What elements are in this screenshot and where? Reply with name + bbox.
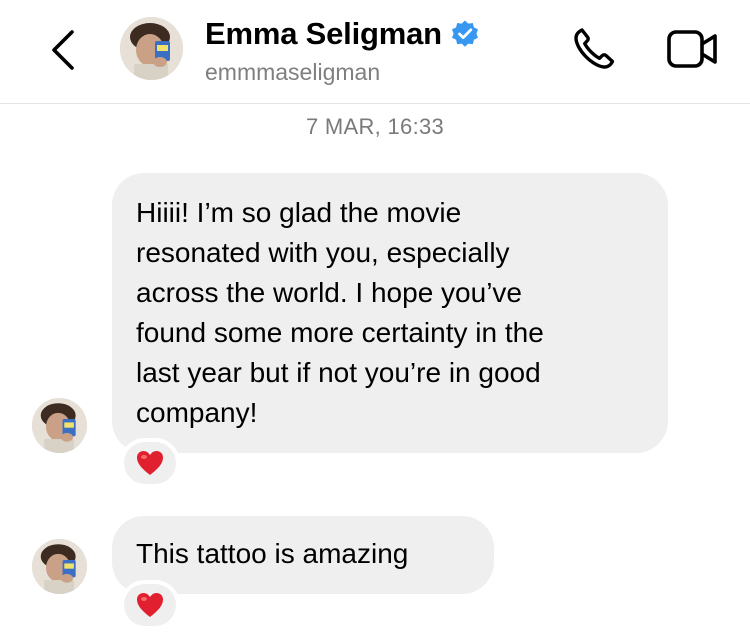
heart-icon xyxy=(137,593,163,617)
message-line: This tattoo is amazing xyxy=(136,538,409,569)
message-line: across the world. I hope you’ve xyxy=(136,277,522,308)
heart-reaction[interactable] xyxy=(120,438,180,488)
avatar[interactable] xyxy=(120,17,183,80)
verified-badge-icon xyxy=(451,20,478,47)
message-line: last year but if not you’re in good xyxy=(136,357,541,388)
message-timestamp: 7 MAR, 16:33 xyxy=(305,114,445,139)
avatar[interactable] xyxy=(32,539,87,594)
message-line: Hiiii! I’m so glad the movie xyxy=(136,197,462,228)
profile-photo xyxy=(32,398,87,453)
contact-name[interactable]: Emma Seligman xyxy=(205,16,442,52)
contact-title-row: Emma Seligman xyxy=(205,14,480,54)
avatar[interactable] xyxy=(32,398,87,453)
message-bubble[interactable]: This tattoo is amazing xyxy=(112,516,494,594)
message-bubble[interactable]: Hiiii! I’m so glad the movie resonated w… xyxy=(112,173,668,453)
heart-reaction[interactable] xyxy=(120,580,180,630)
chat-header: Emma Seligman emmmaseligman xyxy=(0,0,750,104)
profile-photo xyxy=(32,539,87,594)
message-line: company! xyxy=(136,397,258,428)
profile-photo xyxy=(120,17,183,80)
phone-icon[interactable] xyxy=(570,25,618,73)
message-line: found some more certainty in the xyxy=(136,317,544,348)
video-camera-icon[interactable] xyxy=(666,27,720,71)
heart-icon xyxy=(137,451,163,475)
chevron-left-icon[interactable] xyxy=(48,28,78,72)
contact-username: emmmaseligman xyxy=(205,59,381,85)
message-line: resonated with you, especially xyxy=(136,237,510,268)
